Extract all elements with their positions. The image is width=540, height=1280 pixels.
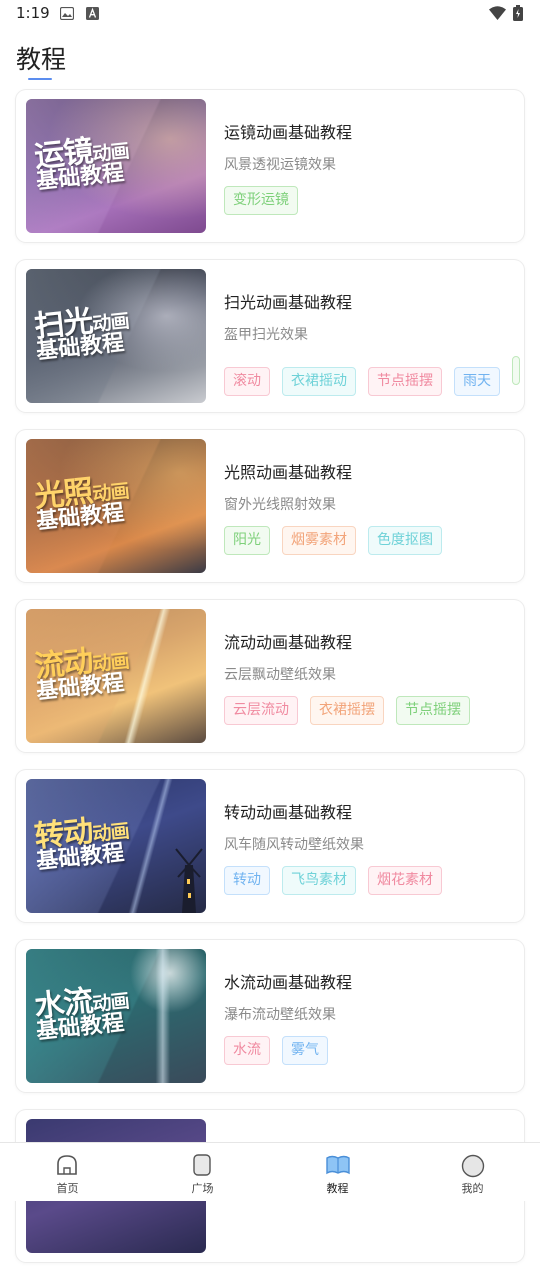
status-time: 1:19	[16, 4, 50, 22]
tag-list: 阳光 烟雾素材 色度抠图	[224, 526, 454, 555]
nav-home[interactable]: 首页	[0, 1143, 135, 1201]
title-underline	[28, 78, 52, 80]
tag-list: 滚动 衣裙摇动 节点摇摆 雨天	[224, 356, 524, 396]
nav-label: 广场	[191, 1182, 214, 1195]
tutorial-thumbnail: 转动动画 基础教程	[26, 779, 206, 913]
card-title: 流动动画基础教程	[224, 633, 353, 652]
home-icon	[57, 1155, 77, 1175]
tag[interactable]: 烟花素材	[368, 866, 442, 895]
profile-icon	[461, 1154, 485, 1178]
tag[interactable]: 水流	[224, 1036, 270, 1065]
tag-list: 水流 雾气	[224, 1036, 340, 1065]
card-title: 水流动画基础教程	[224, 973, 353, 992]
square-icon	[193, 1154, 211, 1176]
tutorial-thumbnail: 水流动画 基础教程	[26, 949, 206, 1083]
bottom-navigation: 首页 广场 教程 我的	[0, 1142, 540, 1201]
card-subtitle: 风景透视运镜效果	[224, 157, 336, 173]
tag[interactable]: 衣裙摇动	[282, 367, 356, 396]
book-icon	[326, 1155, 350, 1175]
card-subtitle: 瀑布流动壁纸效果	[224, 1007, 336, 1023]
wifi-icon	[489, 6, 506, 20]
text-notification-icon	[86, 7, 99, 20]
tutorial-card[interactable]: 水流动画 基础教程 水流动画基础教程 瀑布流动壁纸效果 水流 雾气	[16, 940, 524, 1092]
windmill-icon	[175, 848, 203, 913]
card-subtitle: 盔甲扫光效果	[224, 327, 308, 343]
tag[interactable]: 节点摇摆	[396, 696, 470, 725]
tutorial-list: 运镜动画 基础教程 运镜动画基础教程 风景透视运镜效果 变形运镜 扫光动画 基础…	[16, 90, 524, 1280]
page-title: 教程	[16, 45, 67, 74]
tag[interactable]: 衣裙摇摆	[310, 696, 384, 725]
tag[interactable]: 阳光	[224, 526, 270, 555]
tag[interactable]: 飞鸟素材	[282, 866, 356, 895]
card-title: 光照动画基础教程	[224, 463, 353, 482]
tag[interactable]: 色度抠图	[368, 526, 442, 555]
tag-list: 转动 飞鸟素材 烟花素材	[224, 866, 454, 895]
nav-label: 首页	[56, 1182, 79, 1195]
tutorial-card[interactable]: 光照动画 基础教程 光照动画基础教程 窗外光线照射效果 阳光 烟雾素材 色度抠图	[16, 430, 524, 582]
status-bar: 1:19	[0, 0, 540, 28]
nav-label: 教程	[326, 1182, 349, 1195]
tag[interactable]: 节点摇摆	[368, 367, 442, 396]
tutorial-thumbnail: 光照动画 基础教程	[26, 439, 206, 573]
tag-list: 变形运镜	[224, 186, 310, 215]
card-subtitle: 窗外光线照射效果	[224, 497, 336, 513]
tag[interactable]: 雾气	[282, 1036, 328, 1065]
gallery-notification-icon	[60, 7, 74, 20]
tutorial-card[interactable]: 扫光动画 基础教程 扫光动画基础教程 盔甲扫光效果 滚动 衣裙摇动 节点摇摆 雨天	[16, 260, 524, 412]
tag-partial[interactable]	[512, 356, 520, 385]
card-title: 运镜动画基础教程	[224, 123, 353, 142]
tutorial-thumbnail: 扫光动画 基础教程	[26, 269, 206, 403]
tag[interactable]: 烟雾素材	[282, 526, 356, 555]
nav-tutorial[interactable]: 教程	[270, 1143, 405, 1201]
tutorial-thumbnail: 运镜动画 基础教程	[26, 99, 206, 233]
tag[interactable]: 转动	[224, 866, 270, 895]
nav-profile[interactable]: 我的	[405, 1143, 540, 1201]
tutorial-thumbnail: 流动动画 基础教程	[26, 609, 206, 743]
tag[interactable]: 变形运镜	[224, 186, 298, 215]
nav-square[interactable]: 广场	[135, 1143, 270, 1201]
card-title: 转动动画基础教程	[224, 803, 353, 822]
card-subtitle: 云层飘动壁纸效果	[224, 667, 336, 683]
card-title: 扫光动画基础教程	[224, 293, 353, 312]
tutorial-card[interactable]: 转动动画 基础教程 转动动画基础教程 风车随风转动壁纸效果 转动 飞鸟素材 烟花素材	[16, 770, 524, 922]
tag[interactable]: 雨天	[454, 367, 500, 396]
tutorial-card[interactable]: 流动动画 基础教程 流动动画基础教程 云层飘动壁纸效果 云层流动 衣裙摇摆 节点摇摆	[16, 600, 524, 752]
tag-list: 云层流动 衣裙摇摆 节点摇摆	[224, 696, 482, 725]
tag[interactable]: 云层流动	[224, 696, 298, 725]
tag[interactable]: 滚动	[224, 367, 270, 396]
battery-icon	[513, 5, 523, 21]
card-subtitle: 风车随风转动壁纸效果	[224, 837, 364, 853]
nav-label: 我的	[461, 1182, 484, 1195]
tutorial-card[interactable]: 运镜动画 基础教程 运镜动画基础教程 风景透视运镜效果 变形运镜	[16, 90, 524, 242]
